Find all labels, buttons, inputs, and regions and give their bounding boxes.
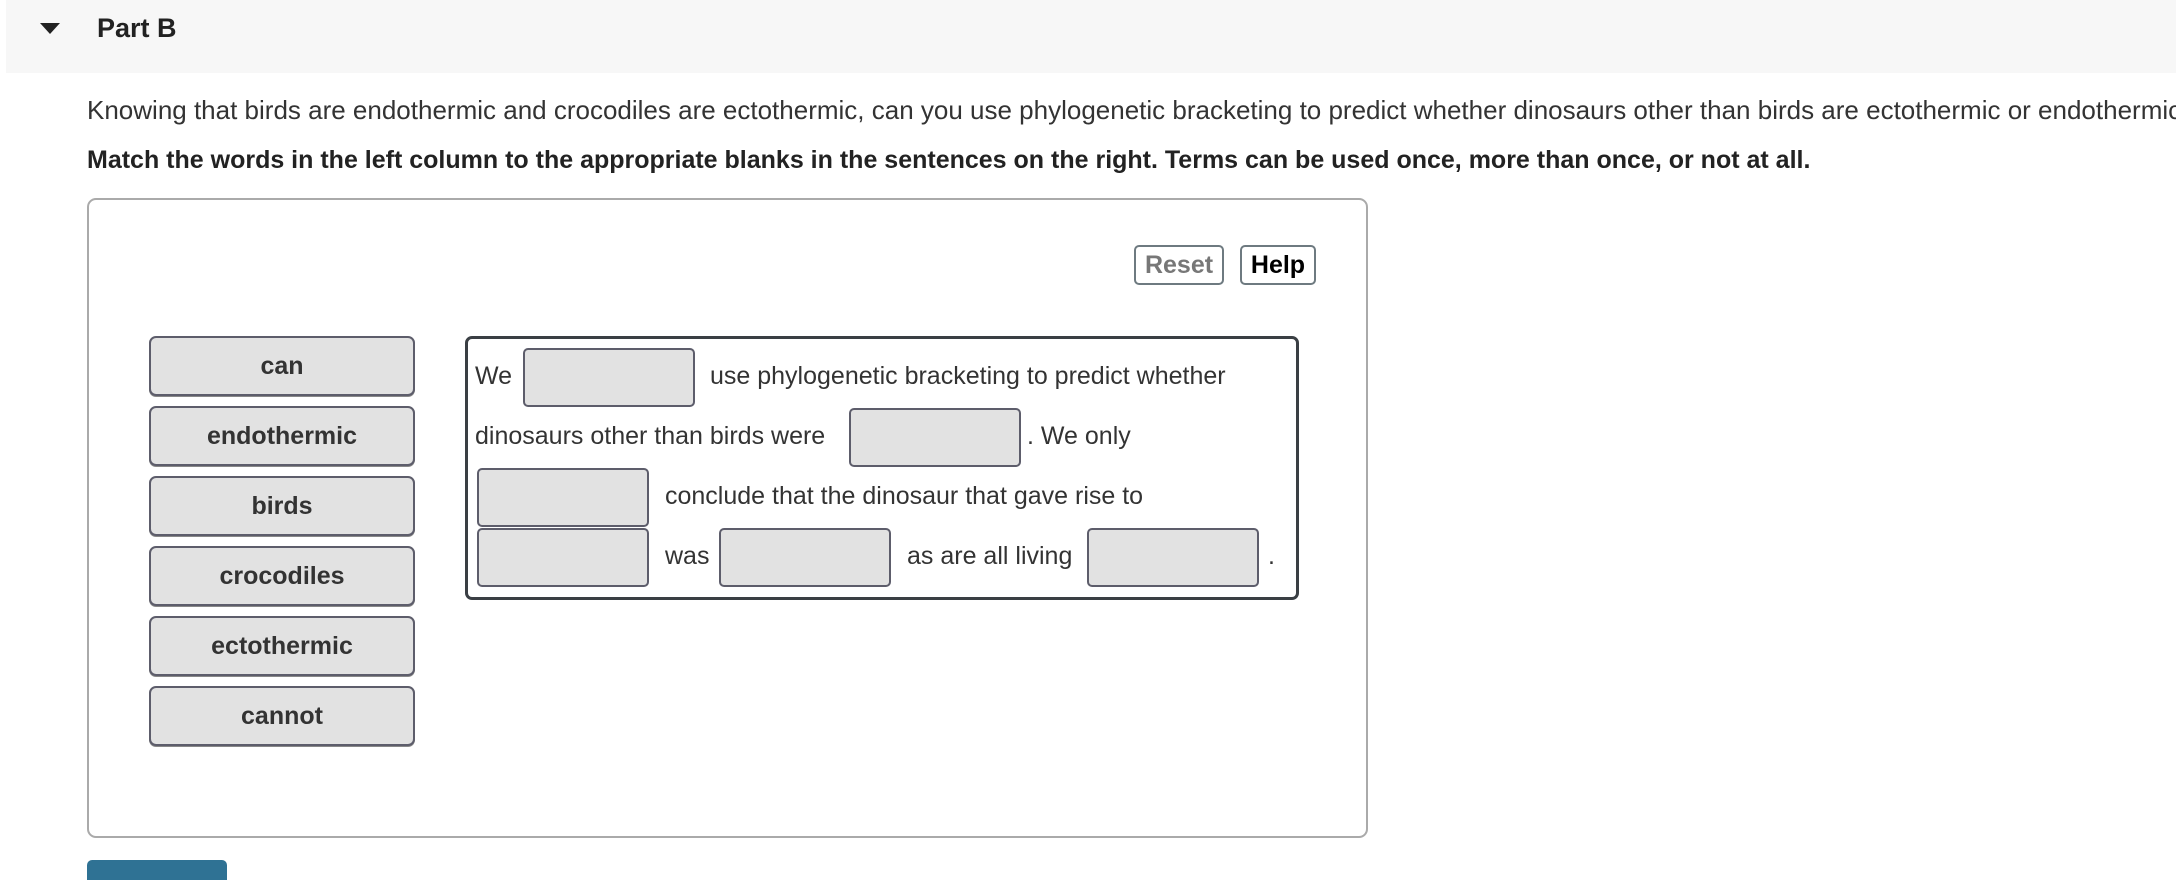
- term-chip-can[interactable]: can: [149, 336, 415, 396]
- part-title: Part B: [97, 13, 177, 43]
- sentence-text: . We only: [1027, 422, 1131, 450]
- submit-button[interactable]: [87, 860, 227, 880]
- term-chip-crocodiles[interactable]: crocodiles: [149, 546, 415, 606]
- blank-2[interactable]: [849, 408, 1021, 467]
- collapse-caret-icon[interactable]: [40, 23, 60, 34]
- sentence-text: was: [665, 542, 710, 570]
- question-text: Knowing that birds are endothermic and c…: [87, 95, 2176, 125]
- term-chip-cannot[interactable]: cannot: [149, 686, 415, 746]
- sentence-text: dinosaurs other than birds were: [475, 422, 826, 450]
- blank-3[interactable]: [477, 468, 649, 527]
- sentence-text: conclude that the dinosaur that gave ris…: [665, 482, 1144, 510]
- term-chip-endothermic[interactable]: endothermic: [149, 406, 415, 466]
- blank-5[interactable]: [719, 528, 891, 587]
- term-chip-ectothermic[interactable]: ectothermic: [149, 616, 415, 676]
- instruction-text: Match the words in the left column to th…: [87, 146, 1811, 174]
- sentence-text: We: [475, 362, 513, 390]
- help-button[interactable]: Help: [1240, 245, 1316, 285]
- sentence-text: .: [1268, 542, 1275, 570]
- part-header[interactable]: Part B: [6, 0, 2176, 73]
- blank-6[interactable]: [1087, 528, 1259, 587]
- reset-button[interactable]: Reset: [1134, 245, 1224, 285]
- blank-1[interactable]: [523, 348, 695, 407]
- blank-4[interactable]: [477, 528, 649, 587]
- term-chip-birds[interactable]: birds: [149, 476, 415, 536]
- sentence-text: as are all living: [907, 542, 1073, 570]
- sentence-text: use phylogenetic bracketing to predict w…: [710, 362, 1226, 390]
